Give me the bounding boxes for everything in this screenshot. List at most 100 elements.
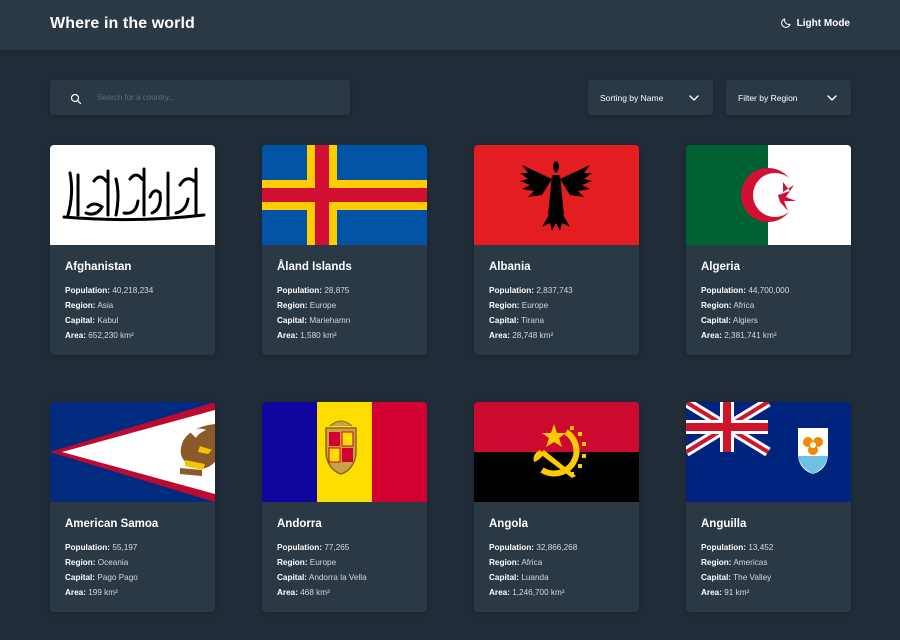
capital-label: Capital: bbox=[489, 316, 520, 325]
area-label: Area: bbox=[489, 588, 510, 597]
capital-label: Capital: bbox=[277, 316, 308, 325]
area-value: 199 km² bbox=[88, 588, 118, 597]
country-card-anguilla[interactable]: Anguilla Population: 13,452 Region: Amer… bbox=[686, 402, 851, 612]
population-value: 28,875 bbox=[324, 286, 350, 295]
capital-value: Algiers bbox=[732, 316, 758, 325]
region-value: Africa bbox=[521, 558, 543, 567]
country-name: Angola bbox=[489, 518, 528, 530]
area-label: Area: bbox=[701, 588, 722, 597]
sort-dropdown-label: Sorting by Name bbox=[600, 92, 664, 103]
search-box[interactable] bbox=[50, 80, 350, 115]
capital-value: Pago Pago bbox=[97, 573, 138, 582]
capital-value: Andorra la Vella bbox=[308, 573, 367, 582]
flag-image bbox=[262, 402, 427, 502]
country-details: Population: 32,866,268 Region: Africa Ca… bbox=[489, 540, 577, 600]
flag-image bbox=[686, 402, 851, 502]
top-bar: Where in the world Light Mode bbox=[0, 0, 900, 50]
country-name: Åland Islands bbox=[277, 261, 352, 273]
country-card-angola[interactable]: Angola Population: 32,866,268 Region: Af… bbox=[474, 402, 639, 612]
chevron-down-icon bbox=[689, 94, 699, 101]
area-value: 1,580 km² bbox=[300, 331, 337, 340]
area-label: Area: bbox=[65, 331, 86, 340]
country-card-afghanistan[interactable]: Afghanistan Population: 40,218,234 Regio… bbox=[50, 145, 215, 355]
capital-label: Capital: bbox=[701, 316, 732, 325]
flag-image bbox=[474, 402, 639, 502]
capital-value: Tirana bbox=[521, 316, 545, 325]
region-label: Region: bbox=[701, 558, 732, 567]
flag-image bbox=[50, 145, 215, 245]
country-details: Population: 55,197 Region: Oceania Capit… bbox=[65, 540, 138, 600]
flag-image bbox=[50, 402, 215, 502]
population-label: Population: bbox=[65, 286, 111, 295]
population-label: Population: bbox=[489, 286, 535, 295]
capital-value: Luanda bbox=[521, 573, 549, 582]
app-title: Where in the world bbox=[50, 15, 195, 32]
capital-label: Capital: bbox=[489, 573, 520, 582]
country-details: Population: 44,700,000 Region: Africa Ca… bbox=[701, 283, 789, 343]
theme-toggle-button[interactable]: Light Mode bbox=[780, 17, 850, 29]
region-value: Europe bbox=[309, 558, 337, 567]
capital-label: Capital: bbox=[65, 573, 96, 582]
sort-dropdown[interactable]: Sorting by Name bbox=[588, 80, 713, 115]
area-label: Area: bbox=[65, 588, 86, 597]
region-value: Europe bbox=[521, 301, 549, 310]
flag-image bbox=[686, 145, 851, 245]
population-label: Population: bbox=[489, 543, 535, 552]
region-label: Region: bbox=[701, 301, 732, 310]
country-card-american-samoa[interactable]: American Samoa Population: 55,197 Region… bbox=[50, 402, 215, 612]
region-label: Region: bbox=[277, 558, 308, 567]
population-label: Population: bbox=[277, 286, 323, 295]
region-filter-dropdown[interactable]: Filter by Region bbox=[726, 80, 851, 115]
chevron-down-icon bbox=[827, 94, 837, 101]
country-name: Andorra bbox=[277, 518, 322, 530]
area-value: 28,748 km² bbox=[512, 331, 554, 340]
region-value: Asia bbox=[97, 301, 114, 310]
region-value: Europe bbox=[309, 301, 337, 310]
area-value: 2,381,741 km² bbox=[724, 331, 777, 340]
country-card-algeria[interactable]: Algeria Population: 44,700,000 Region: A… bbox=[686, 145, 851, 355]
capital-label: Capital: bbox=[701, 573, 732, 582]
capital-value: Kabul bbox=[97, 316, 119, 325]
area-value: 91 km² bbox=[724, 588, 750, 597]
search-input[interactable] bbox=[97, 93, 327, 102]
country-name: Afghanistan bbox=[65, 261, 132, 273]
flag-image bbox=[474, 145, 639, 245]
capital-label: Capital: bbox=[65, 316, 96, 325]
region-filter-label: Filter by Region bbox=[738, 92, 798, 103]
area-label: Area: bbox=[277, 331, 298, 340]
capital-label: Capital: bbox=[277, 573, 308, 582]
population-value: 77,265 bbox=[324, 543, 350, 552]
region-label: Region: bbox=[65, 558, 96, 567]
country-name: Albania bbox=[489, 261, 531, 273]
population-value: 13,452 bbox=[748, 543, 774, 552]
population-label: Population: bbox=[277, 543, 323, 552]
capital-value: Mariehamn bbox=[309, 316, 351, 325]
region-value: Americas bbox=[733, 558, 768, 567]
country-card-albania[interactable]: Albania Population: 2,837,743 Region: Eu… bbox=[474, 145, 639, 355]
population-value: 2,837,743 bbox=[536, 286, 573, 295]
population-value: 55,197 bbox=[112, 543, 138, 552]
area-label: Area: bbox=[277, 588, 298, 597]
area-value: 652,230 km² bbox=[88, 331, 134, 340]
region-value: Oceania bbox=[97, 558, 129, 567]
area-label: Area: bbox=[489, 331, 510, 340]
region-label: Region: bbox=[489, 301, 520, 310]
population-label: Population: bbox=[701, 286, 747, 295]
theme-toggle-label: Light Mode bbox=[796, 17, 850, 29]
population-value: 40,218,234 bbox=[112, 286, 154, 295]
country-name: American Samoa bbox=[65, 518, 159, 530]
country-name: Algeria bbox=[701, 261, 740, 273]
capital-value: The Valley bbox=[733, 573, 772, 582]
country-card-aland-islands[interactable]: Åland Islands Population: 28,875 Region:… bbox=[262, 145, 427, 355]
region-label: Region: bbox=[65, 301, 96, 310]
country-details: Population: 77,265 Region: Europe Capita… bbox=[277, 540, 367, 600]
area-label: Area: bbox=[701, 331, 722, 340]
population-label: Population: bbox=[65, 543, 111, 552]
country-card-andorra[interactable]: Andorra Population: 77,265 Region: Europ… bbox=[262, 402, 427, 612]
population-value: 44,700,000 bbox=[748, 286, 790, 295]
population-label: Population: bbox=[701, 543, 747, 552]
moon-icon bbox=[780, 17, 792, 29]
country-details: Population: 28,875 Region: Europe Capita… bbox=[277, 283, 350, 343]
area-value: 1,246,700 km² bbox=[512, 588, 565, 597]
area-value: 468 km² bbox=[300, 588, 330, 597]
